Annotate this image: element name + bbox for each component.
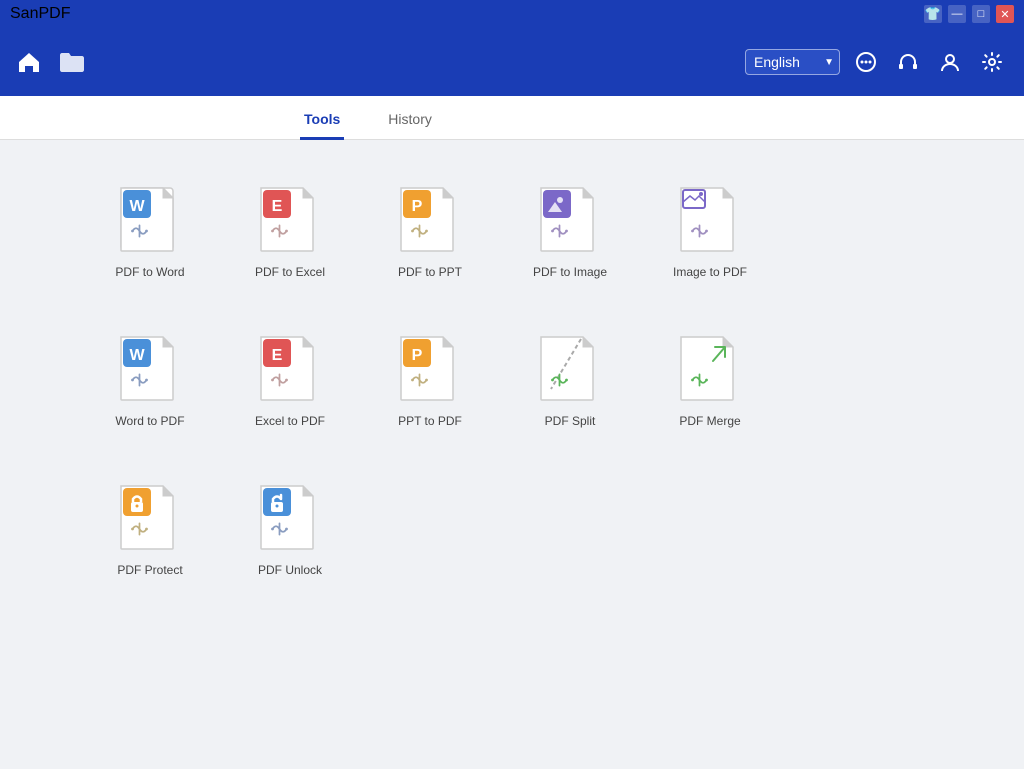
headset-icon[interactable]	[892, 46, 924, 78]
tool-label-ppt-to-pdf: PPT to PDF	[398, 414, 462, 428]
tool-pdf-to-word[interactable]: W PDF to Word	[80, 170, 220, 289]
language-selector[interactable]: English Chinese Japanese ▼	[745, 49, 840, 75]
home-icon[interactable]	[16, 49, 42, 75]
window-controls: 👕 — □ ✕	[924, 5, 1014, 23]
tool-pdf-merge[interactable]: PDF Merge	[640, 319, 780, 438]
tool-label-pdf-protect: PDF Protect	[117, 563, 182, 577]
tool-pdf-protect[interactable]: PDF Protect	[80, 468, 220, 587]
svg-text:E: E	[272, 198, 283, 215]
folder-icon[interactable]	[58, 50, 86, 74]
user-icon[interactable]	[934, 46, 966, 78]
tool-pdf-unlock[interactable]: PDF Unlock	[220, 468, 360, 587]
tool-ppt-to-pdf[interactable]: P PPT to PDF	[360, 319, 500, 438]
minimize-button[interactable]: —	[948, 5, 966, 23]
tools-row-1: W PDF to Word E	[80, 170, 944, 289]
tool-label-pdf-to-excel: PDF to Excel	[255, 265, 325, 279]
svg-text:P: P	[412, 347, 423, 364]
tool-label-pdf-split: PDF Split	[545, 414, 596, 428]
maximize-button[interactable]: □	[972, 5, 990, 23]
tool-label-word-to-pdf: Word to PDF	[115, 414, 184, 428]
tool-label-pdf-to-ppt: PDF to PPT	[398, 265, 462, 279]
tool-label-pdf-unlock: PDF Unlock	[258, 563, 322, 577]
header-left	[16, 49, 86, 75]
tool-excel-to-pdf[interactable]: E Excel to PDF	[220, 319, 360, 438]
tool-pdf-to-image[interactable]: PDF to Image	[500, 170, 640, 289]
tool-label-pdf-to-word: PDF to Word	[115, 265, 184, 279]
tool-pdf-split[interactable]: PDF Split	[500, 319, 640, 438]
tool-label-pdf-to-image: PDF to Image	[533, 265, 607, 279]
svg-text:W: W	[129, 198, 145, 215]
svg-text:E: E	[272, 347, 283, 364]
tab-tools[interactable]: Tools	[300, 101, 344, 140]
svg-text:W: W	[129, 347, 145, 364]
tool-word-to-pdf[interactable]: W Word to PDF	[80, 319, 220, 438]
titlebar: SanPDF 👕 — □ ✕	[0, 0, 1024, 28]
chat-icon[interactable]	[850, 46, 882, 78]
shirt-icon: 👕	[924, 5, 942, 23]
close-button[interactable]: ✕	[996, 5, 1014, 23]
tool-label-image-to-pdf: Image to PDF	[673, 265, 747, 279]
tool-pdf-to-excel[interactable]: E PDF to Excel	[220, 170, 360, 289]
svg-text:P: P	[412, 198, 423, 215]
tab-bar: Tools History	[0, 96, 1024, 140]
tools-row-2: W Word to PDF E	[80, 319, 944, 438]
tool-pdf-to-ppt[interactable]: P PDF to PPT	[360, 170, 500, 289]
tool-image-to-pdf[interactable]: Image to PDF	[640, 170, 780, 289]
header-right: English Chinese Japanese ▼	[745, 46, 1008, 78]
app-title: SanPDF	[10, 5, 70, 23]
settings-icon[interactable]	[976, 46, 1008, 78]
tools-row-3: PDF Protect PDF Unloc	[80, 468, 944, 587]
tool-label-pdf-merge: PDF Merge	[679, 414, 740, 428]
tool-label-excel-to-pdf: Excel to PDF	[255, 414, 325, 428]
main-content: W PDF to Word E	[0, 140, 1024, 769]
tab-history[interactable]: History	[384, 101, 436, 140]
header: English Chinese Japanese ▼	[0, 28, 1024, 96]
language-dropdown[interactable]: English Chinese Japanese	[745, 49, 840, 75]
